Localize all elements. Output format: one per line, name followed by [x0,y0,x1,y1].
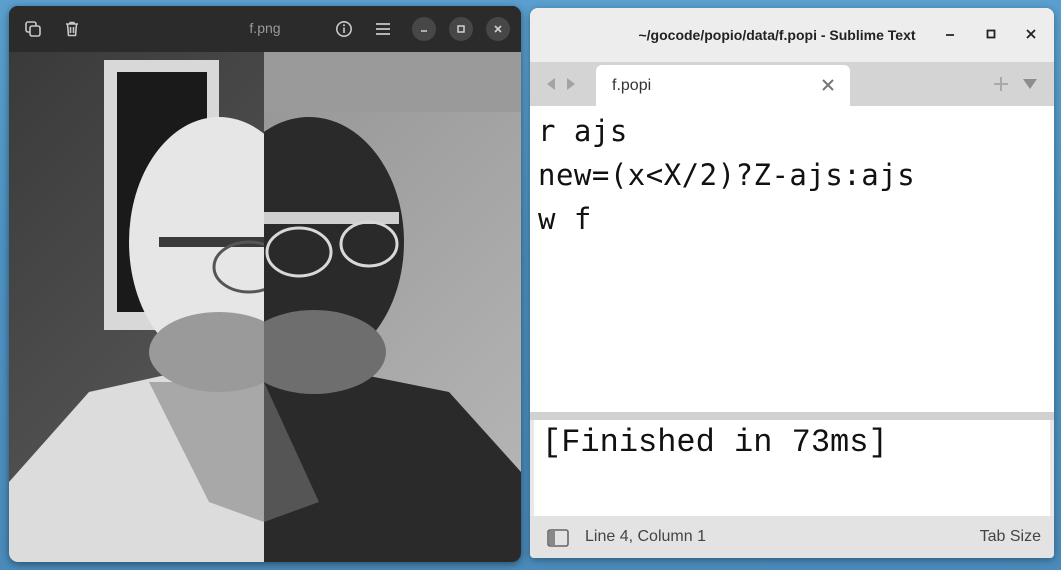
code-line-1: r ajs [538,114,628,148]
image-viewer-headerbar: f.png [9,6,521,52]
new-tab-icon[interactable] [992,75,1010,93]
status-tab-size[interactable]: Tab Size [980,528,1041,546]
build-output-text: [Finished in 73ms] [542,424,888,461]
tab-forward-icon[interactable] [564,76,578,92]
tab-back-icon[interactable] [544,76,558,92]
code-line-3: w f [538,202,592,236]
sublime-text-window: ~/gocode/popio/data/f.popi - Sublime Tex… [530,8,1054,558]
minimize-icon[interactable] [940,24,960,44]
tab-close-icon[interactable] [820,77,836,93]
close-icon[interactable] [486,17,510,41]
tab-bar: f.popi [530,62,1054,106]
portrait-image [9,52,521,562]
image-viewer-window: f.png [9,6,521,562]
menu-icon[interactable] [371,17,395,41]
info-icon[interactable] [332,17,356,41]
editor-area[interactable]: r ajs new=(x<X/2)?Z-ajs:ajs w f [530,106,1054,412]
sublime-titlebar: ~/gocode/popio/data/f.popi - Sublime Tex… [530,8,1054,62]
minimize-icon[interactable] [412,17,436,41]
tab-f-popi[interactable]: f.popi [596,65,850,106]
status-cursor-position: Line 4, Column 1 [585,528,706,545]
close-icon[interactable] [1021,24,1041,44]
code-line-2: new=(x<X/2)?Z-ajs:ajs [538,158,916,192]
tab-label: f.popi [612,77,652,94]
sidebar-toggle-icon[interactable] [547,529,569,547]
maximize-icon[interactable] [981,24,1001,44]
panel-divider[interactable] [530,412,1054,420]
status-bar: Line 4, Column 1 Tab Size [530,516,1054,558]
build-output-panel[interactable]: [Finished in 73ms] [534,420,1050,516]
image-viewer-title: f.png [249,20,281,36]
tab-dropdown-icon[interactable] [1022,77,1038,91]
maximize-icon[interactable] [449,17,473,41]
